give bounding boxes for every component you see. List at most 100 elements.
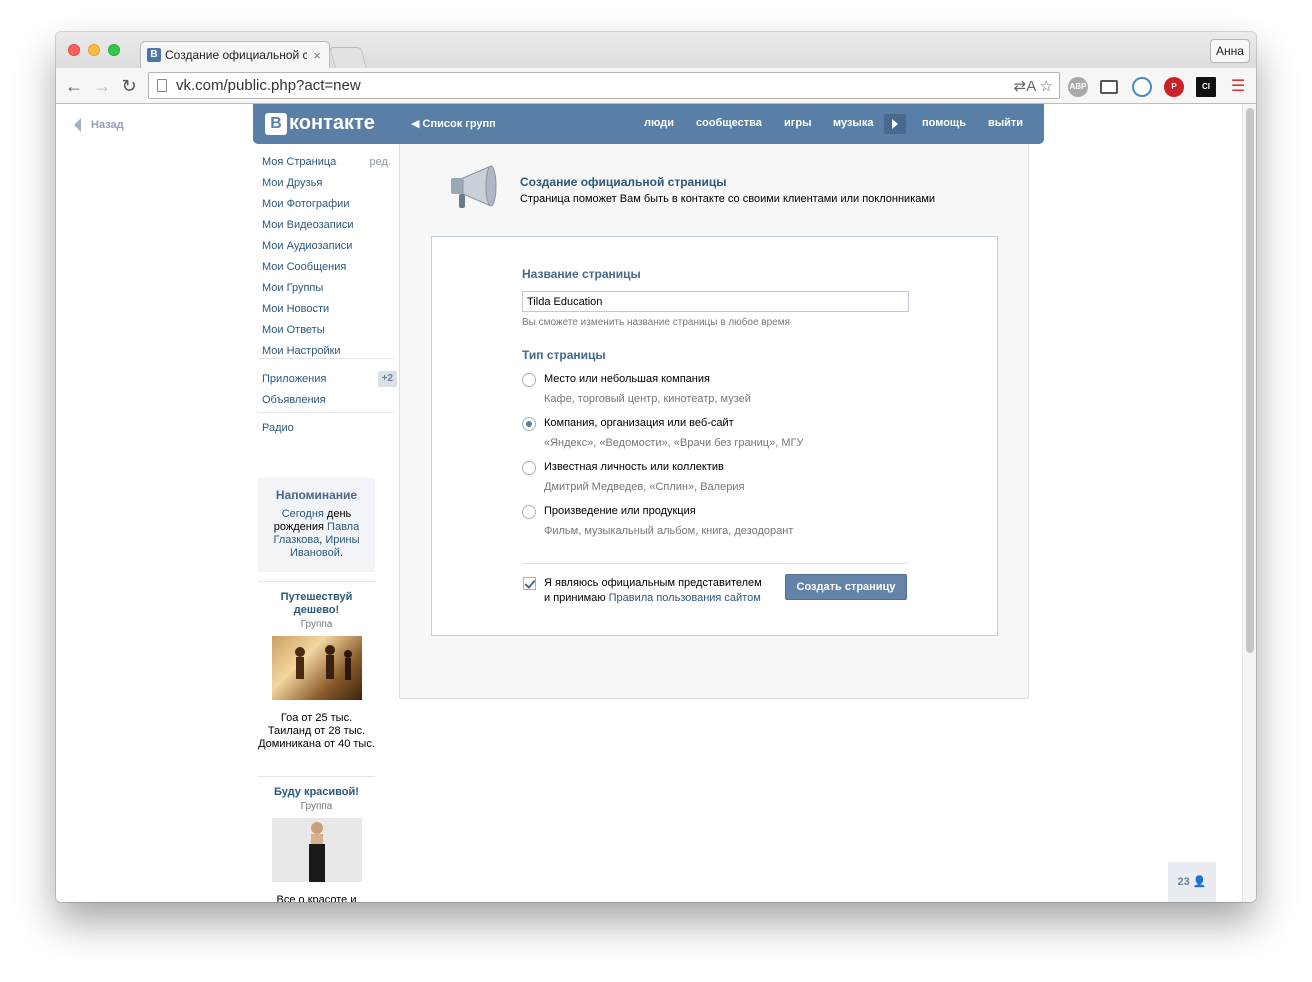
reload-icon[interactable]: ↻ xyxy=(119,76,139,96)
radio-button[interactable] xyxy=(522,461,536,475)
scroll-thumb[interactable] xyxy=(1246,108,1254,653)
menu-messages[interactable]: Мои Сообщения xyxy=(262,257,397,278)
nav-music[interactable]: музыка xyxy=(833,117,873,129)
ad-image[interactable] xyxy=(271,636,362,700)
menu-photos[interactable]: Мои Фотографии xyxy=(262,194,397,215)
menu-videos[interactable]: Мои Видеозаписи xyxy=(262,215,397,236)
menu-divider xyxy=(258,358,395,359)
radio-button[interactable] xyxy=(522,373,536,387)
agree-line-2: и принимаю xyxy=(544,592,609,604)
tab-title: Создание официальной ст xyxy=(165,48,308,62)
back-link[interactable]: Назад xyxy=(74,118,124,132)
ad-subtitle: Группа xyxy=(300,619,333,630)
nav-logout[interactable]: выйти xyxy=(988,117,1023,129)
create-page-button[interactable]: Создать страницу xyxy=(785,574,907,600)
ad-block[interactable]: Путешествуй дешево! Группа Гоа от 25 тыс… xyxy=(258,591,375,751)
name-hint: Вы сможете изменить название страницы в … xyxy=(522,317,791,328)
type-option-desc: «Яндекс», «Ведомости», «Врачи без границ… xyxy=(544,437,804,449)
menu-answers[interactable]: Мои Ответы xyxy=(262,320,397,341)
radio-button-checked[interactable] xyxy=(522,417,536,431)
agree-checkbox[interactable] xyxy=(523,577,536,590)
type-option-label[interactable]: Место или небольшая компания xyxy=(544,373,710,385)
back-chevron-icon xyxy=(74,118,81,132)
ad-text: Все о красоте и пластической хирургии xyxy=(276,894,357,902)
nav-help[interactable]: помощь xyxy=(922,117,966,129)
type-option-desc: Дмитрий Медведев, «Сплин», Валерия xyxy=(544,481,745,493)
vk-logo-icon: В xyxy=(265,112,287,135)
extension-icon[interactable] xyxy=(1132,77,1152,97)
url-text[interactable]: vk.com/public.php?act=new xyxy=(176,77,1014,94)
new-tab-button[interactable] xyxy=(329,47,367,68)
ad-block[interactable]: Буду красивой! Группа Все о красоте и пл… xyxy=(258,786,375,902)
apps-badge: +2 xyxy=(377,371,397,387)
ad-image[interactable] xyxy=(271,818,362,882)
agree-line-1: Я являюсь официальным представителем xyxy=(544,577,762,589)
vertical-scrollbar[interactable] xyxy=(1242,104,1256,902)
back-label: Назад xyxy=(91,119,124,131)
agree-text: Я являюсь официальным представителем и п… xyxy=(544,576,762,606)
forward-arrow-icon[interactable]: → xyxy=(92,76,112,96)
nav-people[interactable]: люди xyxy=(644,117,674,129)
groups-list-link[interactable]: ◀ Список групп xyxy=(411,117,496,130)
type-option-label[interactable]: Компания, организация или веб-сайт xyxy=(544,417,734,429)
nav-communities[interactable]: сообщества xyxy=(696,117,762,129)
profile-button[interactable]: Анна xyxy=(1210,39,1250,63)
translate-bookmark-icons[interactable]: ⇄A ☆ xyxy=(1014,77,1053,95)
menu-apps[interactable]: Приложения +2 xyxy=(262,369,397,390)
menu-icon[interactable]: ☰ xyxy=(1228,77,1248,97)
address-bar[interactable]: vk.com/public.php?act=new ⇄A ☆ xyxy=(148,72,1060,99)
edit-link[interactable]: ред. xyxy=(370,152,391,173)
vk-favicon-icon: В xyxy=(147,48,161,62)
vk-logo-text: контакте xyxy=(289,112,375,134)
page-subtitle: Страница поможет Вам быть в контакте со … xyxy=(520,193,936,205)
form-divider xyxy=(522,563,908,564)
ad-text: Гоа от 25 тыс. Таиланд от 28 тыс. Домини… xyxy=(258,712,375,750)
type-option-desc: Фильм, музыкальный альбом, книга, дезодо… xyxy=(544,525,794,537)
adblock-icon[interactable]: ABP xyxy=(1068,77,1088,97)
browser-window: В Создание официальной ст × Анна ← → ↻ v… xyxy=(56,32,1256,902)
reminder-text: Сегодня день рождения Павла Глазкова, Ир… xyxy=(258,508,375,560)
menu-audio[interactable]: Мои Аудиозаписи xyxy=(262,236,397,257)
person-icon: 👤 xyxy=(1192,876,1207,888)
page-icon xyxy=(157,79,167,92)
online-counter[interactable]: 23 👤 xyxy=(1168,862,1216,902)
menu-groups[interactable]: Мои Группы xyxy=(262,278,397,299)
radio-button[interactable] xyxy=(522,505,536,519)
today-link[interactable]: Сегодня xyxy=(282,508,324,520)
minimize-window-button[interactable] xyxy=(88,44,100,56)
name-label: Название страницы xyxy=(522,267,641,281)
groups-list-label: Список групп xyxy=(422,118,496,130)
menu-friends[interactable]: Мои Друзья xyxy=(262,173,397,194)
ad-divider xyxy=(258,581,375,582)
type-option-label[interactable]: Произведение или продукция xyxy=(544,505,696,517)
menu-my-page[interactable]: Моя Страница ред. xyxy=(262,152,397,173)
page-name-input[interactable] xyxy=(522,291,909,312)
vk-logo[interactable]: В контакте xyxy=(265,112,375,135)
music-play-icon[interactable] xyxy=(884,114,906,134)
type-option-desc: Кафе, торговый центр, кинотеатр, музей xyxy=(544,393,751,405)
ad-title[interactable]: Буду красивой! xyxy=(258,786,375,799)
close-window-button[interactable] xyxy=(68,44,80,56)
menu-label: Моя Страница xyxy=(262,156,337,168)
type-option-label[interactable]: Известная личность или коллектив xyxy=(544,461,724,473)
screen-capture-icon[interactable] xyxy=(1100,80,1118,94)
menu-label: Приложения xyxy=(262,373,327,385)
menu-radio[interactable]: Радио xyxy=(262,418,397,439)
menu-news[interactable]: Мои Новости xyxy=(262,299,397,320)
terms-link[interactable]: Правила пользования сайтом xyxy=(609,592,761,604)
tab-close-icon[interactable]: × xyxy=(313,48,321,63)
reminder-title: Напоминание xyxy=(275,488,358,502)
ad-divider xyxy=(258,776,375,777)
ci-extension-icon[interactable]: CI xyxy=(1196,77,1216,97)
nav-games[interactable]: игры xyxy=(784,117,811,129)
counter-value: 23 xyxy=(1177,876,1190,888)
create-page-form: Название страницы Вы сможете изменить на… xyxy=(431,236,998,636)
pinterest-icon[interactable]: P xyxy=(1164,77,1184,97)
page-title: Создание официальной страницы xyxy=(520,175,727,189)
menu-ads[interactable]: Объявления xyxy=(262,390,397,411)
ad-title[interactable]: Путешествуй дешево! xyxy=(258,591,375,617)
back-arrow-icon[interactable]: ← xyxy=(64,76,84,96)
browser-tab[interactable]: В Создание официальной ст × xyxy=(140,41,330,68)
reminder-box: Напоминание Сегодня день рождения Павла … xyxy=(258,478,375,572)
maximize-window-button[interactable] xyxy=(108,44,120,56)
